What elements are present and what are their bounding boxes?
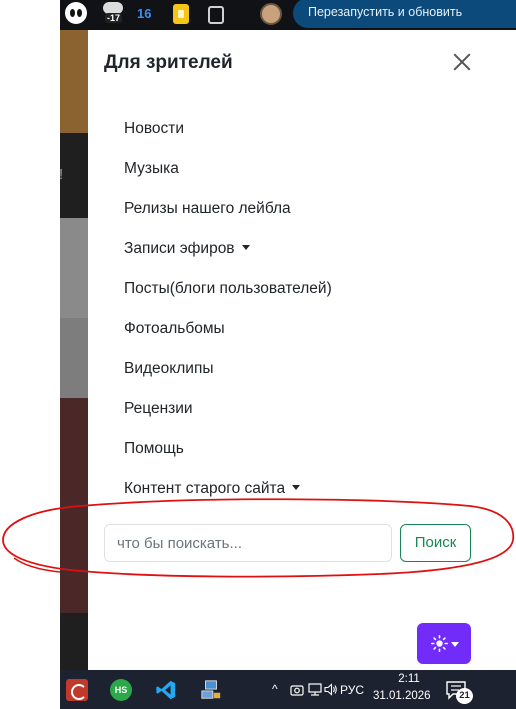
page-right-margin: [487, 30, 516, 670]
theme-toggle-button[interactable]: [417, 623, 471, 664]
notification-count-badge: 21: [456, 688, 473, 704]
search-input[interactable]: [104, 524, 392, 562]
nav-item-music[interactable]: Музыка: [124, 150, 332, 190]
offcanvas-menu: Для зрителей Новости Музыка Релизы нашег…: [88, 30, 487, 670]
network-app-icon[interactable]: [200, 679, 222, 701]
nav-item-help[interactable]: Помощь: [124, 430, 332, 470]
notes-extension-icon[interactable]: [173, 4, 189, 24]
taskbar-app-red-icon[interactable]: [66, 679, 88, 701]
camera-icon[interactable]: [290, 683, 304, 696]
taskbar: HS ^ РУС 2:11 31.01.2026 21: [60, 670, 516, 709]
nav-item-photo-albums[interactable]: Фотоальбомы: [124, 310, 332, 350]
extension-face-icon[interactable]: [65, 2, 87, 24]
extensions-puzzle-icon[interactable]: [208, 6, 224, 24]
nav-item-news[interactable]: Новости: [124, 110, 332, 150]
tray-overflow-chevron-icon[interactable]: ^: [272, 682, 278, 696]
nav-list: Новости Музыка Релизы нашего лейбла Запи…: [124, 110, 332, 510]
theme-dropdown-caret-icon: [451, 642, 459, 647]
nav-item-old-site-content[interactable]: Контент старого сайта: [124, 470, 332, 510]
input-language[interactable]: РУС: [340, 683, 364, 697]
weather-temperature: -17: [105, 13, 123, 23]
nav-item-broadcast-records[interactable]: Записи эфиров: [124, 230, 332, 270]
restart-and-update-label: Перезапустить и обновить: [308, 5, 463, 19]
extension-counter-icon[interactable]: 16: [137, 6, 151, 26]
dropdown-caret-icon: [241, 245, 250, 250]
page-left-margin: [0, 0, 60, 709]
nav-item-user-posts[interactable]: Посты(блоги пользователей): [124, 270, 332, 310]
weather-icon[interactable]: -17: [102, 2, 126, 23]
clock-date[interactable]: 31.01.2026: [373, 690, 431, 702]
nav-item-video-clips[interactable]: Видеоклипы: [124, 350, 332, 390]
search-button[interactable]: Поиск: [400, 524, 471, 562]
nav-item-label-releases[interactable]: Релизы нашего лейбла: [124, 190, 332, 230]
restart-and-update-button[interactable]: Перезапустить и обновить ⋮: [293, 0, 516, 28]
profile-avatar[interactable]: [260, 3, 282, 25]
background-text-fragment: !: [59, 166, 64, 183]
page-background-strip: [60, 28, 88, 670]
panel-title: Для зрителей: [104, 52, 233, 73]
dropdown-caret-icon: [292, 485, 301, 490]
vscode-icon[interactable]: [155, 679, 177, 701]
nav-item-reviews[interactable]: Рецензии: [124, 390, 332, 430]
browser-toolbar: -17 16 Перезапустить и обновить ⋮: [60, 0, 516, 30]
taskbar-hs-icon[interactable]: HS: [110, 679, 132, 701]
close-icon[interactable]: [450, 50, 474, 74]
volume-icon[interactable]: [324, 683, 338, 696]
network-icon[interactable]: [308, 683, 322, 696]
sun-icon: [431, 635, 448, 652]
clock-time[interactable]: 2:11: [386, 673, 432, 685]
